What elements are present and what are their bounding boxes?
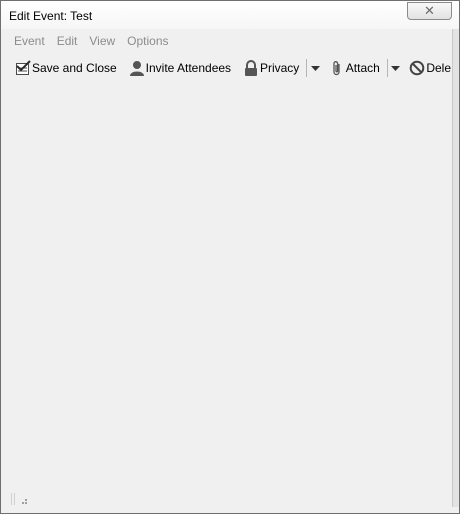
menu-event[interactable]: Event [8,32,51,50]
event-editor-content [2,83,452,505]
invite-attendees-button[interactable]: Invite Attendees [126,57,234,79]
privacy-button[interactable]: Privacy [240,57,302,79]
attach-dropdown-button[interactable] [391,57,401,79]
window-frame-right [452,29,459,507]
delete-button[interactable]: Dele [406,57,454,79]
delete-label: Dele [426,61,452,75]
paperclip-icon [329,60,345,76]
save-close-icon [15,60,31,76]
save-and-close-label: Save and Close [32,61,117,75]
lock-icon [243,60,259,76]
edit-event-window: Edit Event: Test ✕ Event Edit View Optio… [0,0,460,514]
attach-separator [386,59,388,77]
privacy-dropdown-button[interactable] [310,57,320,79]
person-icon [129,60,145,76]
resize-grip-icon[interactable] [11,491,29,505]
attach-label: Attach [345,61,380,75]
close-button[interactable]: ✕ [407,2,452,20]
menu-edit[interactable]: Edit [51,32,84,50]
attach-button[interactable]: Attach [326,57,383,79]
dropdown-arrow-icon [391,61,401,75]
privacy-separator [306,59,307,77]
title-bar[interactable]: Edit Event: Test ✕ [1,1,459,29]
invite-attendees-label: Invite Attendees [145,61,232,75]
dropdown-arrow-icon [310,61,320,75]
toolbar: Save and Close Invite Attendees Privacy [12,57,454,79]
privacy-label: Privacy [259,61,300,75]
menu-bar: Event Edit View Options [8,32,175,50]
window-title: Edit Event: Test [9,9,93,23]
save-and-close-button[interactable]: Save and Close [12,57,120,79]
close-icon: ✕ [424,3,435,19]
menu-options[interactable]: Options [121,32,174,50]
menu-view[interactable]: View [83,32,121,50]
delete-circle-icon [409,60,425,76]
